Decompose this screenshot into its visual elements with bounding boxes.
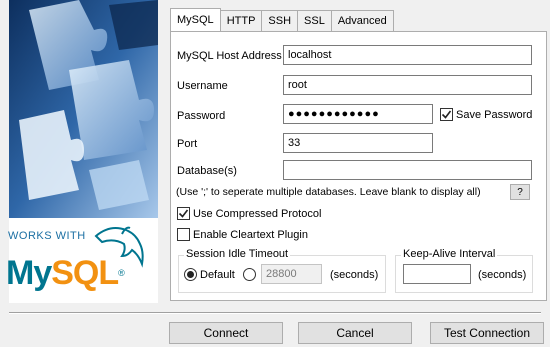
save-password-checkbox[interactable] (440, 108, 453, 121)
tab-http[interactable]: HTTP (219, 10, 263, 31)
cancel-button[interactable]: Cancel (298, 322, 412, 344)
compressed-protocol-label: Use Compressed Protocol (193, 208, 322, 220)
password-label: Password (177, 110, 226, 122)
connect-button[interactable]: Connect (169, 322, 283, 344)
custom-timeout-radio[interactable] (243, 268, 256, 281)
help-button[interactable]: ? (510, 184, 530, 200)
database-label: Database(s) (177, 165, 237, 177)
tab-strip: MySQL HTTP SSH SSL Advanced (170, 8, 394, 31)
tab-ssl[interactable]: SSL (297, 10, 332, 31)
checkmark-icon (178, 209, 189, 218)
keep-alive-input[interactable] (403, 264, 471, 284)
keep-alive-seconds-label: (seconds) (478, 269, 527, 281)
separator-highlight (9, 313, 541, 314)
timeout-seconds-label: (seconds) (330, 269, 379, 281)
default-radio-label: Default (200, 269, 235, 281)
test-connection-button[interactable]: Test Connection (430, 322, 544, 344)
cleartext-plugin-checkbox[interactable] (177, 228, 190, 241)
compressed-protocol-checkbox[interactable] (177, 207, 190, 220)
username-input[interactable]: root (283, 75, 532, 95)
host-label: MySQL Host Address (177, 50, 282, 62)
default-radio[interactable] (184, 268, 197, 281)
works-with-text: WORKS WITH (8, 230, 86, 242)
save-password-label: Save Password (456, 109, 533, 121)
tab-advanced[interactable]: Advanced (330, 10, 394, 31)
keep-alive-title: Keep-Alive Interval (401, 248, 498, 260)
puzzle-banner-image (9, 0, 158, 218)
cleartext-plugin-label: Enable Cleartext Plugin (193, 229, 308, 241)
tab-ssh[interactable]: SSH (261, 10, 299, 31)
checkmark-icon (441, 110, 452, 119)
port-label: Port (177, 138, 198, 150)
password-input[interactable]: ●●●●●●●●●●●● (283, 104, 433, 124)
host-input[interactable]: localhost (283, 45, 532, 65)
database-hint: (Use ';' to seperate multiple databases.… (176, 186, 481, 198)
timeout-input[interactable]: 28800 (261, 264, 322, 284)
mysql-logo-my: My (6, 254, 52, 292)
radio-selected-dot (187, 271, 194, 278)
username-label: Username (177, 80, 228, 92)
session-idle-title: Session Idle Timeout (184, 248, 291, 260)
dolphin-icon (94, 226, 144, 268)
port-input[interactable]: 33 (283, 133, 433, 153)
tab-mysql[interactable]: MySQL (170, 8, 221, 31)
database-input[interactable] (283, 160, 532, 180)
